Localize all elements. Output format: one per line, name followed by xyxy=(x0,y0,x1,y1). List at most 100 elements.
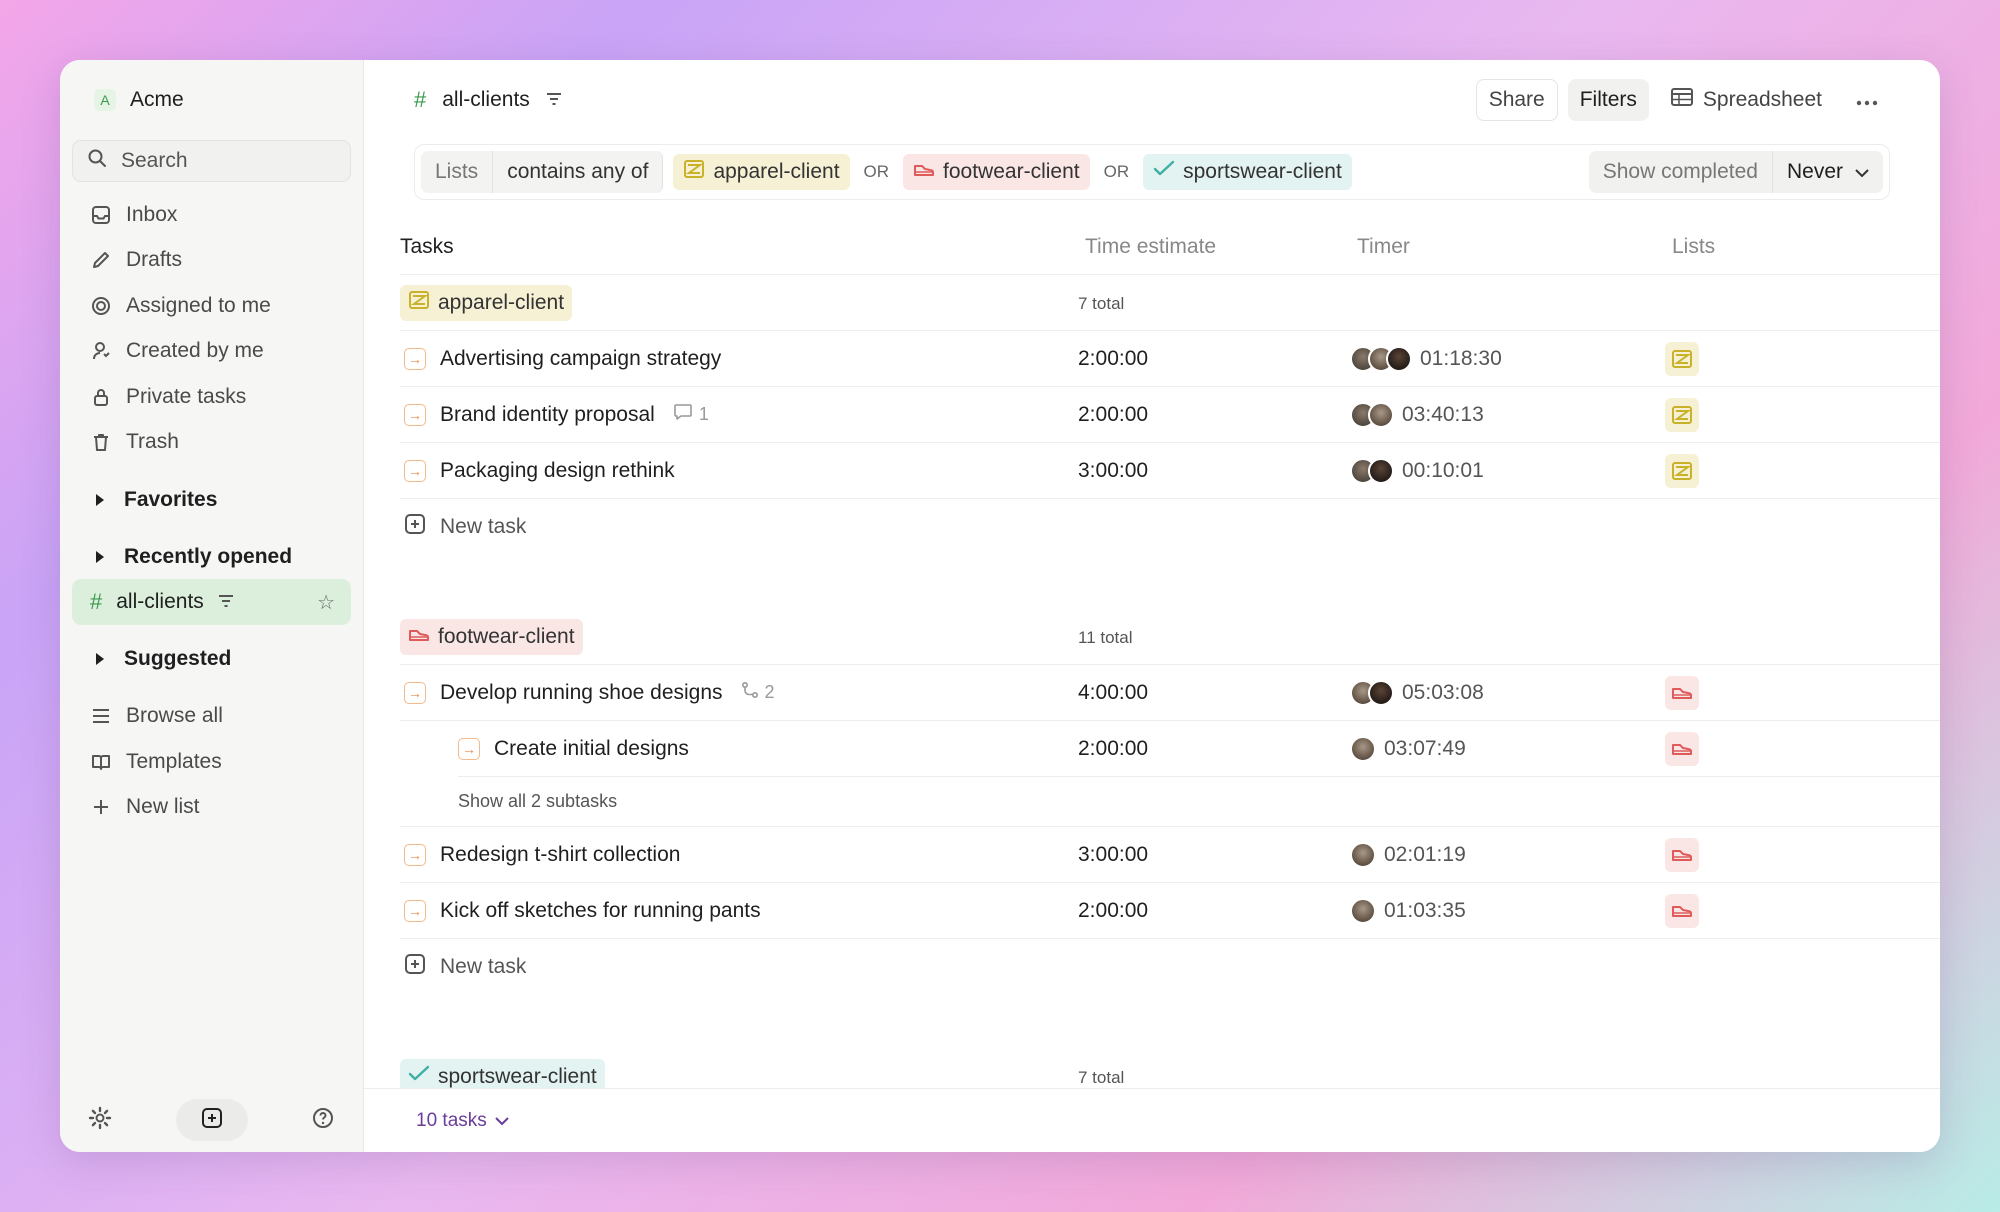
task-estimate[interactable]: 2:00:00 xyxy=(1078,403,1350,427)
column-header-time-estimate[interactable]: Time estimate xyxy=(1085,235,1357,259)
sidebar-item-label: New list xyxy=(126,795,200,819)
sidebar-item-created-by-me[interactable]: Created by me xyxy=(72,329,351,375)
sidebar-item-all-clients[interactable]: # all-clients ☆ xyxy=(72,579,351,625)
sidebar-item-label: Assigned to me xyxy=(126,293,271,317)
sidebar-item-templates[interactable]: Templates xyxy=(72,739,351,785)
group-header-footwear-client[interactable]: footwear-client 11 total xyxy=(400,609,1940,665)
page-title-text: all-clients xyxy=(442,88,530,111)
workspace-switcher[interactable]: A Acme xyxy=(72,80,351,120)
task-title: Brand identity proposal xyxy=(440,402,655,426)
task-status-icon[interactable]: → xyxy=(404,899,426,922)
task-status-icon[interactable]: → xyxy=(404,843,426,866)
task-estimate[interactable]: 3:00:00 xyxy=(1078,843,1350,867)
subtask-icon xyxy=(741,681,759,704)
column-header-tasks[interactable]: Tasks xyxy=(400,235,1085,259)
spreadsheet-button[interactable]: Spreadsheet xyxy=(1659,79,1834,121)
group-name: apparel-client xyxy=(438,290,565,314)
spreadsheet-label: Spreadsheet xyxy=(1702,88,1822,111)
filters-button[interactable]: Filters xyxy=(1567,79,1649,121)
table-row[interactable]: → Develop running shoe designs 2 4:00:00… xyxy=(400,665,1940,721)
filter-chip-footwear-client[interactable]: footwear-client xyxy=(903,154,1090,190)
help-icon[interactable] xyxy=(311,1106,335,1135)
column-header-lists[interactable]: Lists xyxy=(1672,235,1715,259)
task-status-icon[interactable]: → xyxy=(404,347,426,370)
task-timer[interactable]: 01:18:30 xyxy=(1420,347,1502,371)
task-estimate[interactable]: 2:00:00 xyxy=(1078,347,1350,371)
avatar-group xyxy=(1350,841,1376,868)
new-task-button[interactable]: New task xyxy=(400,939,1940,995)
sidebar-item-label: Drafts xyxy=(126,248,183,272)
filter-operator[interactable]: contains any of xyxy=(493,151,664,193)
more-options-button[interactable] xyxy=(1844,79,1890,121)
sidebar-item-private-tasks[interactable]: Private tasks xyxy=(72,374,351,420)
task-estimate[interactable]: 2:00:00 xyxy=(1078,737,1350,761)
show-completed-control: Show completed Never xyxy=(1588,151,1883,193)
task-status-icon[interactable]: → xyxy=(458,737,480,760)
task-title: Kick off sketches for running pants xyxy=(440,898,761,922)
table-row[interactable]: → Redesign t-shirt collection 3:00:00 02… xyxy=(400,827,1940,883)
sidebar-item-browse-all[interactable]: Browse all xyxy=(72,694,351,740)
new-item-button[interactable] xyxy=(175,1099,248,1141)
plus-square-icon xyxy=(404,953,426,981)
gear-icon[interactable] xyxy=(88,1106,112,1135)
task-timer[interactable]: 03:40:13 xyxy=(1402,403,1484,427)
task-status-icon[interactable]: → xyxy=(404,459,426,482)
sidebar-item-label: all-clients xyxy=(116,589,204,613)
table-row[interactable]: → Kick off sketches for running pants 2:… xyxy=(400,883,1940,939)
sidebar-item-new-list[interactable]: New list xyxy=(72,785,351,831)
task-timer[interactable]: 05:03:08 xyxy=(1402,681,1484,705)
filter-bar: Lists contains any of apparel-client OR … xyxy=(414,144,1890,200)
sidebar-group-favorites[interactable]: Favorites xyxy=(72,477,351,522)
avatar-group xyxy=(1350,897,1376,924)
task-title: Develop running shoe designs xyxy=(440,680,723,704)
show-completed-select[interactable]: Never xyxy=(1772,151,1883,193)
hash-icon: # xyxy=(90,588,103,614)
task-timer[interactable]: 03:07:49 xyxy=(1384,737,1466,761)
task-estimate[interactable]: 4:00:00 xyxy=(1078,681,1350,705)
search-button[interactable]: Search xyxy=(72,140,351,182)
sidebar-group-recently-opened[interactable]: Recently opened xyxy=(72,534,351,579)
sidebar-group-suggested[interactable]: Suggested xyxy=(72,637,351,682)
filter-field[interactable]: Lists xyxy=(421,151,494,193)
table-row[interactable]: → Advertising campaign strategy 2:00:00 … xyxy=(400,331,1940,387)
sidebar-item-trash[interactable]: Trash xyxy=(72,420,351,466)
star-icon[interactable]: ☆ xyxy=(317,590,335,615)
task-table: apparel-client 7 total → Advertising cam… xyxy=(400,275,1940,1105)
column-header-timer[interactable]: Timer xyxy=(1357,235,1672,259)
shoe-icon xyxy=(1665,675,1699,710)
workspace-name: Acme xyxy=(130,88,184,111)
task-estimate[interactable]: 3:00:00 xyxy=(1078,459,1350,483)
task-timer[interactable]: 02:01:19 xyxy=(1384,843,1466,867)
suggested-label: Suggested xyxy=(124,647,232,670)
task-status-icon[interactable]: → xyxy=(404,403,426,426)
comment-icon xyxy=(673,403,693,426)
trash-icon xyxy=(90,431,112,453)
avatar xyxy=(1368,679,1394,706)
group-total: 11 total xyxy=(1078,627,1133,647)
task-count-bar[interactable]: 10 tasks xyxy=(364,1088,1940,1152)
filter-icon[interactable] xyxy=(546,88,562,112)
share-button[interactable]: Share xyxy=(1475,79,1558,121)
task-title: Create initial designs xyxy=(494,736,689,760)
group-header-apparel-client[interactable]: apparel-client 7 total xyxy=(400,275,1940,331)
caret-right-icon xyxy=(96,493,104,506)
sidebar-item-drafts[interactable]: Drafts xyxy=(72,238,351,284)
task-status-icon[interactable]: → xyxy=(404,681,426,704)
show-subtasks-button[interactable]: Show all 2 subtasks xyxy=(400,777,1940,827)
group-name: footwear-client xyxy=(438,624,575,648)
task-timer[interactable]: 00:10:01 xyxy=(1402,459,1484,483)
plus-icon xyxy=(90,796,112,818)
filter-chip-apparel-client[interactable]: apparel-client xyxy=(673,154,850,190)
new-task-button[interactable]: New task xyxy=(400,499,1940,555)
sidebar-item-inbox[interactable]: Inbox xyxy=(72,192,351,238)
filter-chip-sportswear-client[interactable]: sportswear-client xyxy=(1143,154,1352,190)
task-estimate[interactable]: 2:00:00 xyxy=(1078,899,1350,923)
table-row[interactable]: → Create initial designs 2:00:00 03:07:4… xyxy=(458,721,1940,777)
sidebar-footer xyxy=(60,1088,363,1152)
apparel-icon xyxy=(1665,453,1699,488)
pencil-icon xyxy=(90,249,112,271)
task-timer[interactable]: 01:03:35 xyxy=(1384,899,1466,923)
table-row[interactable]: → Packaging design rethink 3:00:00 00:10… xyxy=(400,443,1940,499)
sidebar-item-assigned-to-me[interactable]: Assigned to me xyxy=(72,283,351,329)
table-row[interactable]: → Brand identity proposal 1 2:00:00 03:4… xyxy=(400,387,1940,443)
